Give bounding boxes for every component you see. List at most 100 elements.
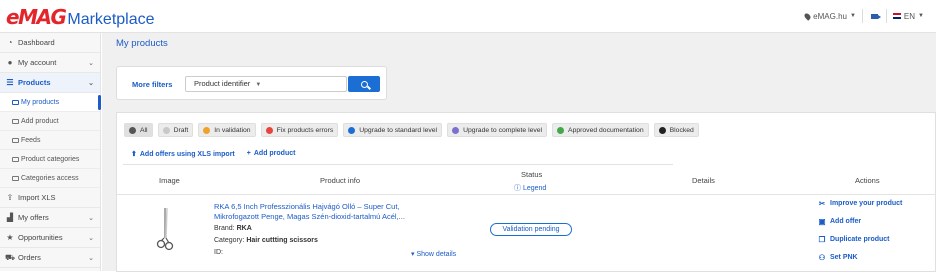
sidebar-item-dashboard[interactable]: ◔ Dashboard [0, 33, 100, 53]
language-label: EN [903, 11, 916, 21]
import-xls-link[interactable]: ⬆ Add offers using XLS import [131, 150, 235, 158]
sidebar-subitem-label: My products [21, 98, 60, 106]
sidebar-subitem-feeds[interactable]: Feeds [0, 131, 100, 150]
legend-link[interactable]: ⓘ Legend [514, 183, 546, 193]
product-image[interactable] [145, 206, 185, 254]
category-value: Hair cuttting scissors [246, 237, 318, 244]
search-button[interactable] [348, 76, 380, 92]
sidebar-item-my-account[interactable]: ● My account ⌄ [0, 53, 100, 73]
action-label: Add offer [830, 218, 862, 225]
status-filter-chips: All Draft In validation Fix products err… [124, 123, 699, 137]
sidebar-item-import-xls[interactable]: ⇪ Import XLS [0, 188, 100, 208]
add-offer-action[interactable]: ▣ Add offer [817, 217, 861, 226]
products-panel: All Draft In validation Fix products err… [116, 112, 936, 272]
dashboard-icon: ◔ [7, 38, 13, 47]
col-actions: Actions [855, 176, 880, 185]
col-details: Details [692, 176, 715, 185]
improve-product-action[interactable]: ✂ Improve your product [817, 199, 903, 208]
chip-upgrade-standard[interactable]: Upgrade to standard level [343, 123, 443, 137]
status-dot-icon [658, 126, 666, 134]
add-product-link[interactable]: + Add product [247, 150, 296, 158]
chip-label: Blocked [669, 126, 694, 134]
id-label: ID: [214, 249, 223, 256]
top-right-menu: eMAG.hu ▼ EN ▼ [799, 9, 930, 23]
product-identifier-select[interactable]: Product identifier ▼ [185, 76, 347, 92]
chip-blocked[interactable]: Blocked [653, 123, 699, 137]
main-content: My products More filters Product identif… [102, 33, 936, 272]
sidebar-item-label: Orders [18, 253, 41, 262]
sidebar-subitem-product-categories[interactable]: Product categories [0, 150, 100, 169]
chip-label: All [140, 126, 148, 134]
sidebar-item-my-offers[interactable]: ▟ My offers ⌄ [0, 208, 100, 228]
chip-label: In validation [214, 126, 251, 134]
sidebar-subitem-label: Add product [21, 117, 59, 125]
folder-icon [12, 137, 19, 143]
status-dot-icon [452, 126, 460, 134]
sidebar: ◔ Dashboard ● My account ⌄ ☰ Products ⌄ … [0, 33, 101, 271]
chevron-down-icon: ⌄ [88, 80, 94, 87]
sidebar-item-label: Dashboard [18, 38, 55, 47]
offer-icon: ▣ [818, 217, 826, 226]
check-icon [129, 126, 136, 134]
sidebar-item-products[interactable]: ☰ Products ⌄ [0, 73, 100, 93]
more-filters-link[interactable]: More filters [132, 80, 172, 89]
sidebar-subitem-add-product[interactable]: Add product [0, 112, 100, 131]
chip-in-validation[interactable]: In validation [198, 123, 256, 137]
chevron-down-icon: ⌄ [88, 60, 94, 67]
uk-flag-icon [892, 13, 901, 19]
col-image: Image [159, 176, 180, 185]
caret-down-icon: ▼ [918, 13, 924, 19]
sidebar-item-label: Products [18, 78, 51, 87]
chip-label: Draft [173, 126, 189, 134]
user-icon: ● [7, 58, 13, 67]
status-dot-icon [162, 126, 170, 134]
chart-icon: ▟ [6, 213, 14, 222]
list-icon: ☰ [6, 78, 14, 87]
product-title-link[interactable]: RKA 6,5 Inch Professzionális Hajvágó Oll… [214, 202, 439, 222]
action-label: Improve your product [830, 200, 903, 207]
language-selector[interactable]: EN ▼ [885, 9, 930, 23]
product-category: Category: Hair cuttting scissors [214, 237, 318, 244]
product-id: ID: [214, 249, 223, 256]
status-badge: Validation pending [490, 223, 572, 236]
sidebar-subitem-categories-access[interactable]: Categories access [0, 169, 100, 188]
logo-brand: eMAG [6, 5, 67, 29]
status-dot-icon [348, 126, 356, 134]
sidebar-subitem-label: Categories access [21, 174, 79, 182]
table-row: RKA 6,5 Inch Professzionális Hajvágó Oll… [117, 196, 936, 273]
duplicate-product-action[interactable]: ❐ Duplicate product [817, 235, 890, 244]
sidebar-subitem-label: Feeds [21, 136, 41, 144]
table-header: Image Product info Status ⓘ Legend Detai… [117, 169, 936, 195]
sidebar-item-label: My offers [18, 213, 49, 222]
top-bar: eMAG Marketplace eMAG.hu ▼ EN ▼ [0, 0, 936, 33]
sidebar-item-label: My account [18, 58, 57, 67]
tools-icon: ✂ [818, 199, 826, 208]
select-value: Product identifier [194, 79, 251, 88]
chip-fix-products-errors[interactable]: Fix products errors [260, 123, 339, 137]
plus-icon: + [246, 150, 251, 157]
import-xls-label: Add offers using XLS import [139, 151, 235, 158]
emag-marketplace-logo[interactable]: eMAG Marketplace [6, 5, 155, 29]
video-button[interactable] [861, 9, 886, 23]
chevron-down-icon: ⌄ [88, 235, 94, 242]
store-selector[interactable]: eMAG.hu ▼ [799, 9, 862, 23]
chip-label: Fix products errors [276, 126, 334, 134]
chip-upgrade-complete[interactable]: Upgrade to complete level [447, 123, 548, 137]
chip-approved-documentation[interactable]: Approved documentation [552, 123, 649, 137]
col-product-info: Product info [320, 176, 361, 185]
sidebar-item-opportunities[interactable]: ★ Opportunities ⌄ [0, 228, 100, 248]
chip-label: Upgrade to standard level [359, 126, 438, 134]
divider [123, 164, 673, 165]
set-pnk-action[interactable]: ⚇ Set PNK [817, 253, 858, 262]
video-camera-icon [870, 13, 881, 19]
sidebar-subitem-my-products[interactable]: My products [0, 93, 101, 112]
folder-icon [12, 156, 19, 162]
show-details-link[interactable]: ▾ Show details [411, 250, 456, 258]
sidebar-item-orders[interactable]: ⛟ Orders ⌄ [0, 248, 100, 268]
chevron-down-icon: ⌄ [88, 255, 94, 262]
chip-all[interactable]: All [124, 123, 153, 137]
chip-label: Approved documentation [568, 126, 644, 134]
chip-draft[interactable]: Draft [157, 123, 194, 137]
page-title: My products [116, 38, 168, 49]
info-icon: ⓘ [514, 185, 523, 192]
